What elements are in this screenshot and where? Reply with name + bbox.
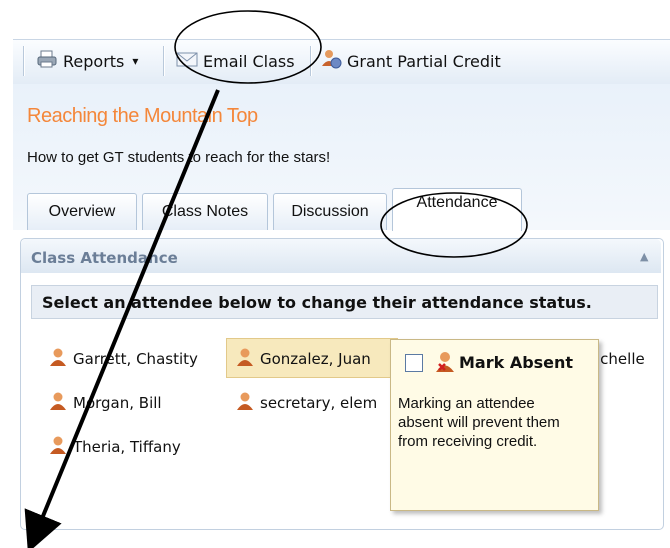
toolbar-separator: [163, 46, 165, 76]
attendee-item[interactable]: Garrett, Chastity: [49, 347, 198, 371]
tab-label: Class Notes: [161, 203, 249, 220]
attendee-name: Gonzalez, Juan: [260, 350, 371, 368]
reports-button[interactable]: Reports ▾: [36, 48, 138, 74]
mark-absent-label: Mark Absent: [459, 353, 574, 372]
class-title: Reaching the Mountain Top: [27, 105, 258, 127]
instruction-text: Select an attendee below to change their…: [42, 292, 592, 312]
mark-absent-description: Marking an attendee absent will prevent …: [398, 395, 560, 450]
attendee-item[interactable]: Morgan, Bill: [49, 391, 162, 415]
mark-absent-checkbox[interactable]: [405, 354, 423, 372]
toolbar-separator: [23, 46, 25, 76]
attendee-item[interactable]: Gonzalez, Juan: [236, 347, 371, 371]
panel-title: Class Attendance: [31, 249, 178, 267]
tab-label: Discussion: [291, 203, 369, 220]
user-remove-icon: [435, 350, 457, 378]
user-icon: [236, 391, 254, 415]
attendee-item[interactable]: secretary, elem: [236, 391, 377, 415]
user-icon: [236, 347, 254, 371]
reports-label: Reports: [63, 51, 125, 71]
tab-discussion[interactable]: Discussion: [273, 193, 387, 230]
user-icon: [49, 391, 67, 415]
printer-icon: [36, 49, 58, 73]
collapse-icon[interactable]: ▲: [640, 250, 648, 263]
user-icon: [49, 435, 67, 459]
attendee-name: secretary, elem: [260, 394, 378, 412]
attendee-name: Garrett, Chastity: [73, 350, 198, 368]
tab-class-notes[interactable]: Class Notes: [142, 193, 268, 230]
tab-label: Overview: [48, 203, 116, 220]
attendee-name: ichelle: [596, 350, 645, 368]
tab-attendance[interactable]: Attendance: [392, 188, 522, 231]
class-description: How to get GT students to reach for the …: [27, 149, 331, 166]
grant-partial-credit-label: Grant Partial Credit: [347, 51, 501, 71]
attendee-name: Theria, Tiffany: [73, 438, 181, 456]
attendee-item[interactable]: ichelle: [596, 347, 645, 371]
toolbar: Reports ▾ Email Class Grant Partial Cred…: [13, 39, 670, 85]
tab-overview[interactable]: Overview: [27, 193, 137, 230]
email-class-button[interactable]: Email Class: [176, 48, 295, 74]
attendee-item[interactable]: Theria, Tiffany: [49, 435, 181, 459]
attendee-name: Morgan, Bill: [73, 394, 162, 412]
users-credit-icon: [320, 48, 342, 74]
instruction-bar: Select an attendee below to change their…: [31, 285, 658, 319]
email-icon: [176, 50, 198, 72]
tab-label: Attendance: [416, 194, 498, 211]
grant-partial-credit-button[interactable]: Grant Partial Credit: [320, 48, 501, 74]
email-class-label: Email Class: [203, 51, 295, 71]
user-icon: [49, 347, 67, 371]
toolbar-separator: [310, 46, 312, 76]
chevron-down-icon: ▾: [132, 54, 139, 68]
